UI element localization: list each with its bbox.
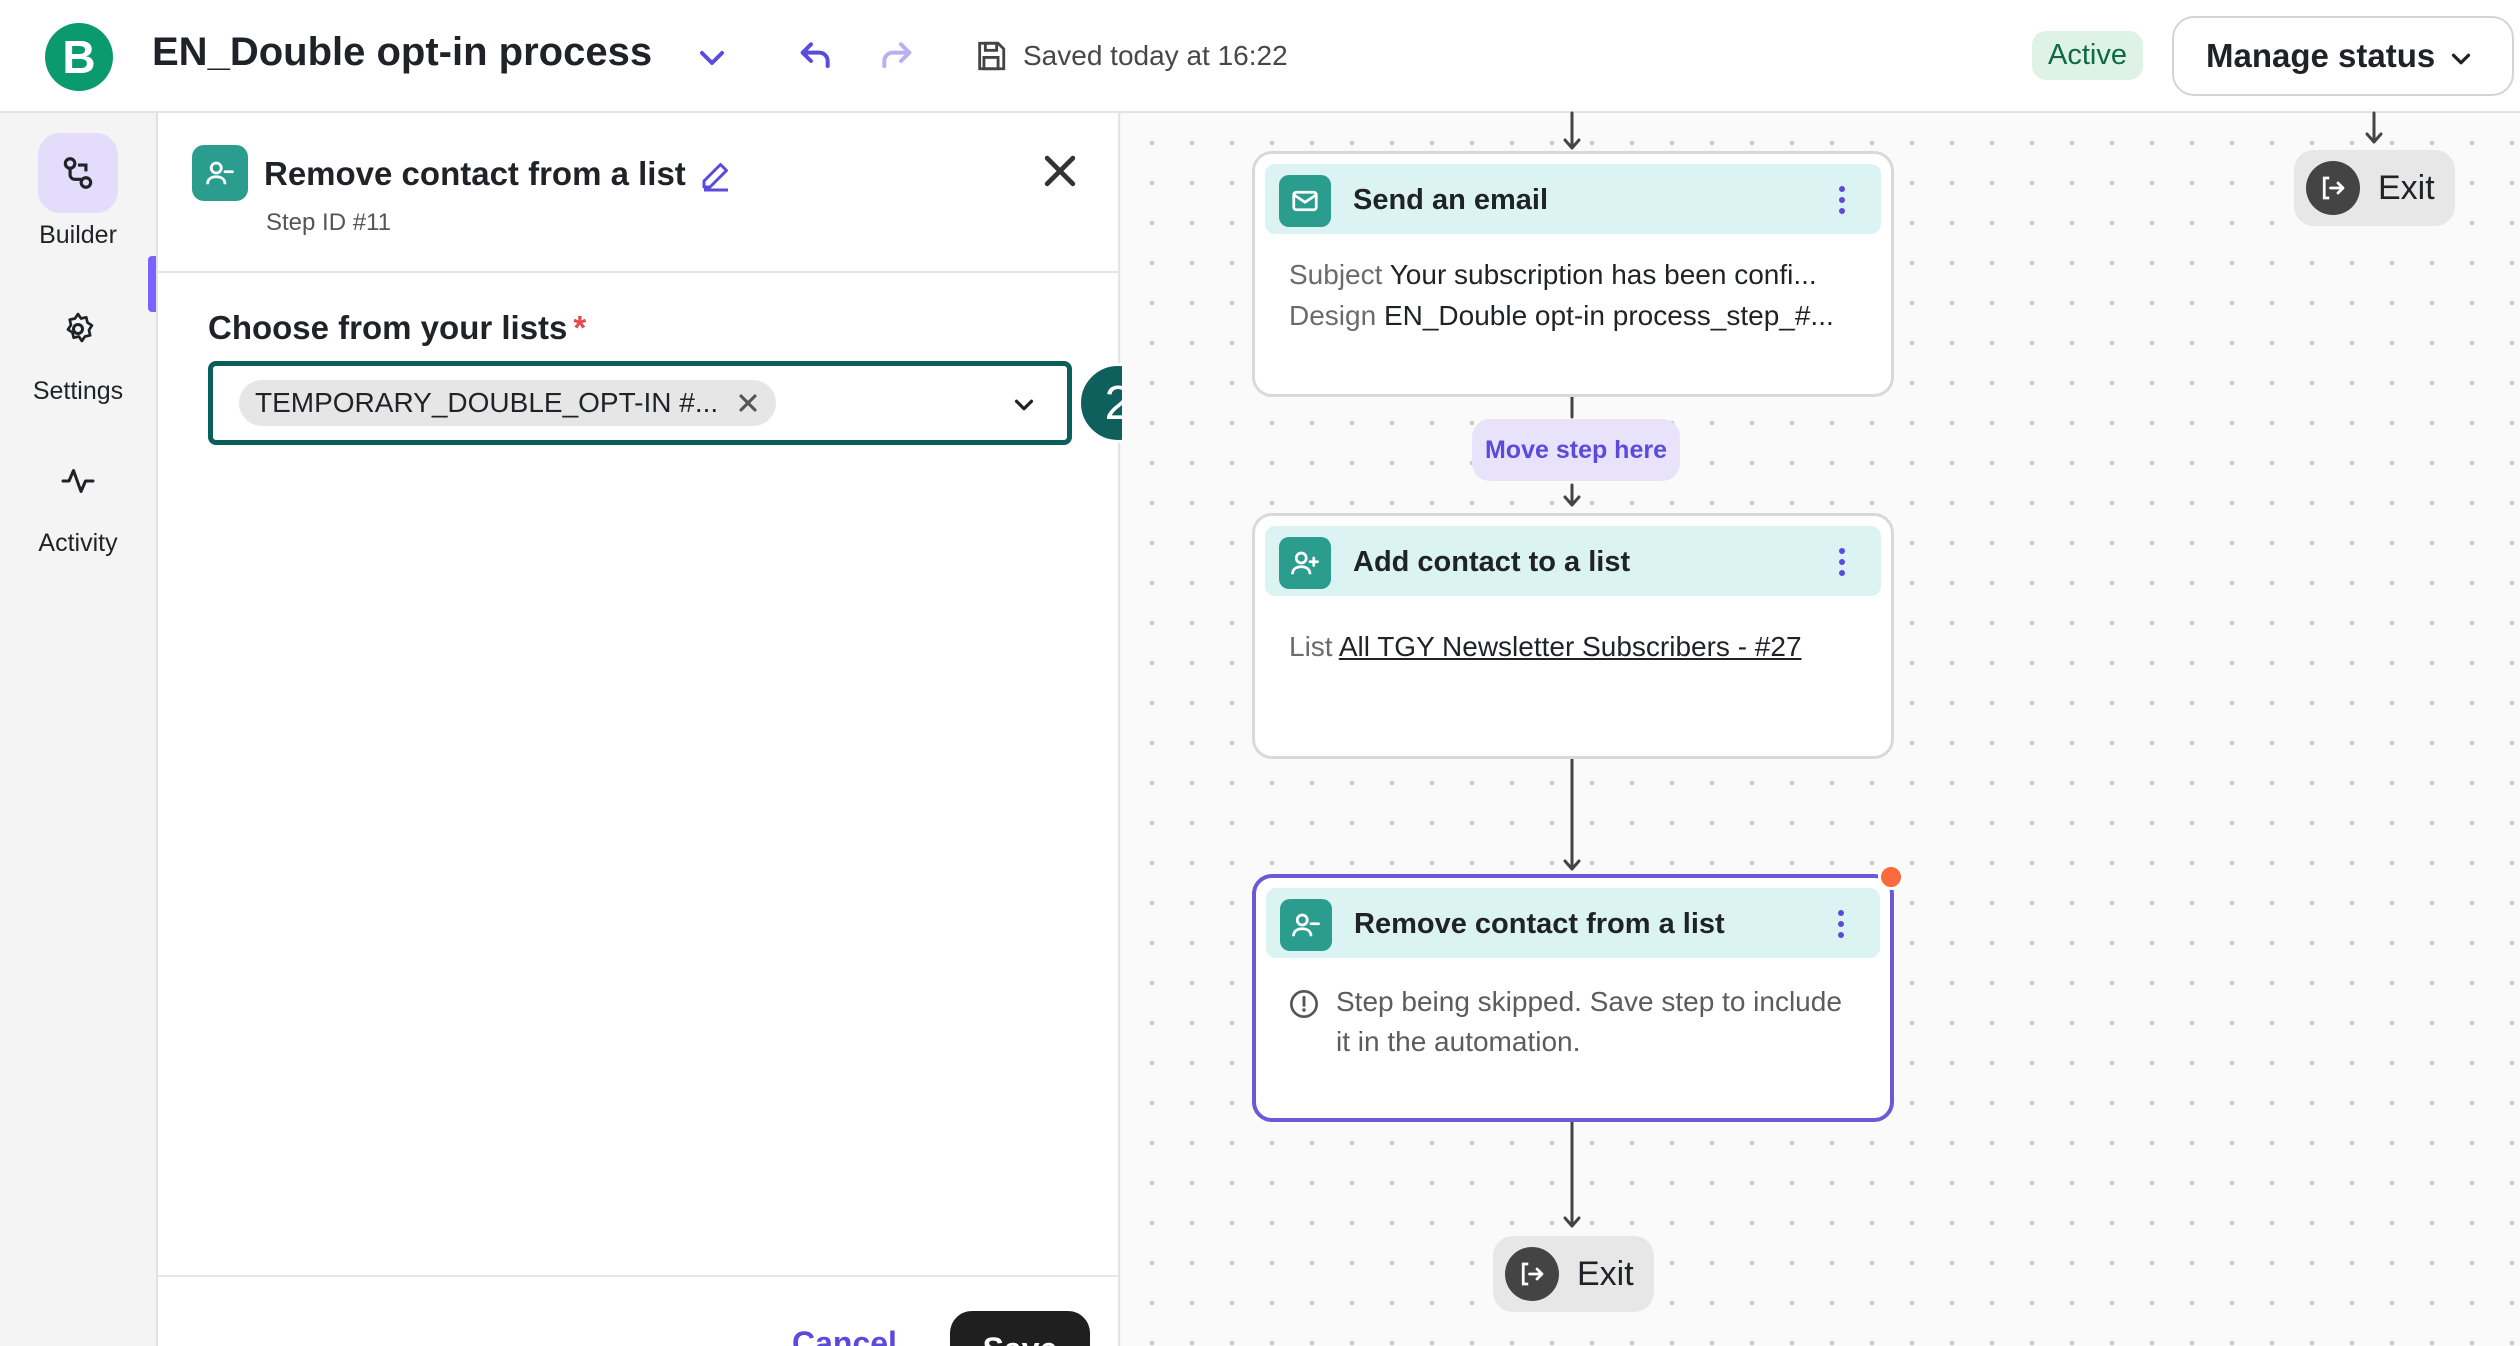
info-icon xyxy=(1290,990,1318,1018)
connector-remove-to-exit xyxy=(1563,1118,1581,1228)
remove-user-icon xyxy=(1280,899,1332,951)
exit-label: Exit xyxy=(1577,1254,1634,1293)
panel-title: Remove contact from a list xyxy=(264,155,686,192)
node-send-email[interactable]: Send an email Subject Your subscription … xyxy=(1252,151,1894,397)
connector-top xyxy=(1563,111,1581,150)
nav-builder[interactable]: Builder xyxy=(0,133,156,250)
builder-icon xyxy=(38,133,118,213)
save-button[interactable]: Save xyxy=(950,1311,1090,1346)
manage-status-button[interactable]: Manage status xyxy=(2172,16,2514,96)
list-link[interactable]: All TGY Newsletter Subscribers - #27 xyxy=(1339,631,1802,662)
remove-chip-icon[interactable] xyxy=(734,389,762,417)
subject-value: Your subscription has been confi... xyxy=(1389,259,1817,290)
required-mark: * xyxy=(573,309,587,346)
cancel-button[interactable]: Cancel xyxy=(792,1325,897,1346)
node-remove-contact[interactable]: Remove contact from a list Step being sk… xyxy=(1252,864,1904,1122)
mail-icon xyxy=(1279,175,1331,227)
top-bar: B EN_Double opt-in process Saved today a… xyxy=(0,0,2520,113)
design-label: Design xyxy=(1289,300,1377,331)
status-badge: Active xyxy=(2032,31,2143,80)
more-options-icon[interactable] xyxy=(1837,184,1847,216)
node-header: Remove contact from a list xyxy=(1266,888,1880,958)
node-header: Add contact to a list xyxy=(1265,526,1881,596)
selected-list-chip: TEMPORARY_DOUBLE_OPT-IN #... xyxy=(239,380,777,426)
node-body: Subject Your subscription has been confi… xyxy=(1289,254,1867,336)
redo-icon[interactable] xyxy=(876,36,916,76)
list-field-label-text: Choose from your lists xyxy=(208,309,568,346)
gear-icon xyxy=(38,289,118,369)
node-title: Send an email xyxy=(1353,184,1549,216)
exit-icon xyxy=(2306,161,2360,215)
selected-list-label: TEMPORARY_DOUBLE_OPT-IN #... xyxy=(255,387,719,418)
unsaved-indicator xyxy=(1878,864,1904,890)
more-options-icon[interactable] xyxy=(1836,908,1846,940)
panel-header: Remove contact from a list Step ID #11 xyxy=(158,113,1118,273)
panel-footer: Cancel Save xyxy=(158,1275,1118,1346)
activity-icon xyxy=(38,441,118,521)
email-design-row: Design EN_Double opt-in process_step_#..… xyxy=(1289,295,1867,336)
remove-user-icon xyxy=(192,145,248,201)
add-user-icon xyxy=(1279,537,1331,589)
warning-text: Step being skipped. Save step to include… xyxy=(1336,986,1842,1057)
chevron-down-icon[interactable] xyxy=(1009,390,1039,420)
save-icon xyxy=(978,41,1006,71)
design-value: EN_Double opt-in process_step_#... xyxy=(1383,300,1834,331)
chevron-down-icon xyxy=(2451,53,2471,65)
step-id: Step ID #11 xyxy=(266,209,391,236)
left-navigation: Builder Settings Activity xyxy=(0,113,158,1346)
connector-add-to-remove xyxy=(1563,756,1581,871)
connector-exit-top xyxy=(2365,111,2383,144)
nav-settings[interactable]: Settings xyxy=(0,289,156,406)
nav-activity[interactable]: Activity xyxy=(0,441,156,558)
node-header: Send an email xyxy=(1265,164,1881,234)
saved-status: Saved today at 16:22 xyxy=(1023,40,1288,71)
nav-builder-label: Builder xyxy=(39,221,117,249)
node-add-contact[interactable]: Add contact to a list List All TGY Newsl… xyxy=(1252,513,1894,759)
manage-status-label: Manage status xyxy=(2206,37,2436,74)
node-body: List All TGY Newsletter Subscribers - #2… xyxy=(1289,626,1867,667)
move-step-here-button[interactable]: Move step here xyxy=(1472,419,1680,481)
step-settings-panel: Remove contact from a list Step ID #11 C… xyxy=(158,113,1120,1346)
exit-node[interactable]: Exit xyxy=(1493,1236,1654,1312)
exit-icon xyxy=(1505,1247,1559,1301)
undo-icon[interactable] xyxy=(796,36,836,76)
nav-activity-label: Activity xyxy=(38,529,118,557)
exit-top-label: Exit xyxy=(2378,168,2435,207)
chevron-down-icon[interactable] xyxy=(692,38,732,78)
list-label: List xyxy=(1289,631,1333,662)
exit-node-top[interactable]: Exit xyxy=(2294,150,2455,226)
node-title: Add contact to a list xyxy=(1353,546,1631,578)
list-field-label: Choose from your lists * xyxy=(208,309,586,347)
more-options-icon[interactable] xyxy=(1837,546,1847,578)
pencil-icon[interactable] xyxy=(698,157,734,193)
list-select[interactable]: TEMPORARY_DOUBLE_OPT-IN #... xyxy=(208,361,1072,445)
automation-title[interactable]: EN_Double opt-in process xyxy=(152,30,652,75)
close-icon[interactable] xyxy=(1038,149,1082,193)
node-title: Remove contact from a list xyxy=(1354,908,1725,940)
nav-settings-label: Settings xyxy=(32,377,124,405)
email-subject-row: Subject Your subscription has been confi… xyxy=(1289,254,1867,295)
subject-label: Subject xyxy=(1289,259,1383,290)
brevo-logo[interactable]: B xyxy=(45,23,113,91)
